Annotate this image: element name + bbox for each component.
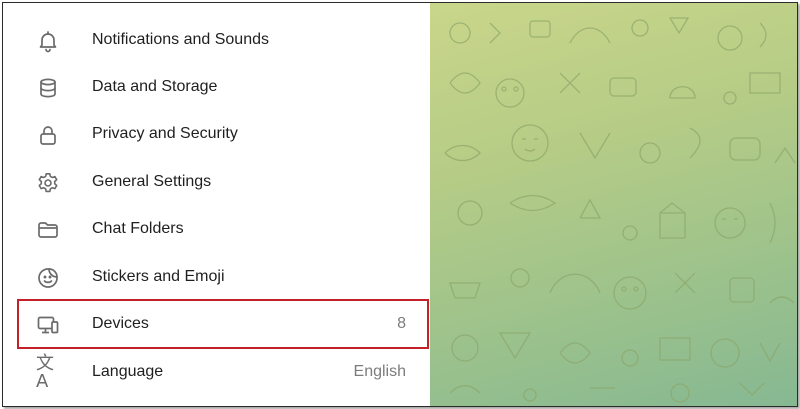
menu-item-label: Privacy and Security	[92, 125, 238, 142]
devices-icon	[36, 313, 60, 337]
menu-item-general-settings[interactable]: General Settings	[3, 159, 430, 206]
chat-wallpaper	[430, 3, 797, 406]
menu-item-data-storage[interactable]: Data and Storage	[3, 64, 430, 111]
menu-item-devices[interactable]: Devices 8	[3, 301, 430, 348]
lock-icon	[36, 123, 60, 147]
sticker-icon	[36, 266, 60, 290]
menu-item-label: Language	[92, 363, 164, 380]
menu-item-label: Stickers and Emoji	[92, 268, 225, 285]
devices-count: 8	[397, 315, 406, 332]
settings-menu: Notifications and Sounds Data and Storag…	[3, 3, 430, 406]
translate-icon: 文A	[36, 355, 60, 391]
database-icon	[36, 76, 60, 100]
menu-item-label: Devices	[92, 315, 149, 332]
language-value: English	[353, 363, 406, 380]
menu-item-chat-folders[interactable]: Chat Folders	[3, 206, 430, 253]
menu-item-label: Data and Storage	[92, 78, 218, 95]
menu-item-language[interactable]: 文A Language English	[3, 349, 430, 396]
menu-item-label: General Settings	[92, 173, 212, 190]
menu-item-label: Chat Folders	[92, 220, 184, 237]
gear-icon	[36, 171, 60, 195]
wallpaper-pattern	[444, 17, 796, 403]
app-window: Notifications and Sounds Data and Storag…	[2, 2, 798, 407]
translate-glyph: 文A	[36, 353, 54, 392]
menu-item-label: Notifications and Sounds	[92, 31, 269, 48]
menu-item-privacy[interactable]: Privacy and Security	[3, 111, 430, 158]
menu-item-notifications[interactable]: Notifications and Sounds	[3, 17, 430, 64]
folder-icon	[36, 218, 60, 242]
menu-item-stickers-emoji[interactable]: Stickers and Emoji	[3, 254, 430, 301]
bell-icon	[36, 29, 60, 53]
